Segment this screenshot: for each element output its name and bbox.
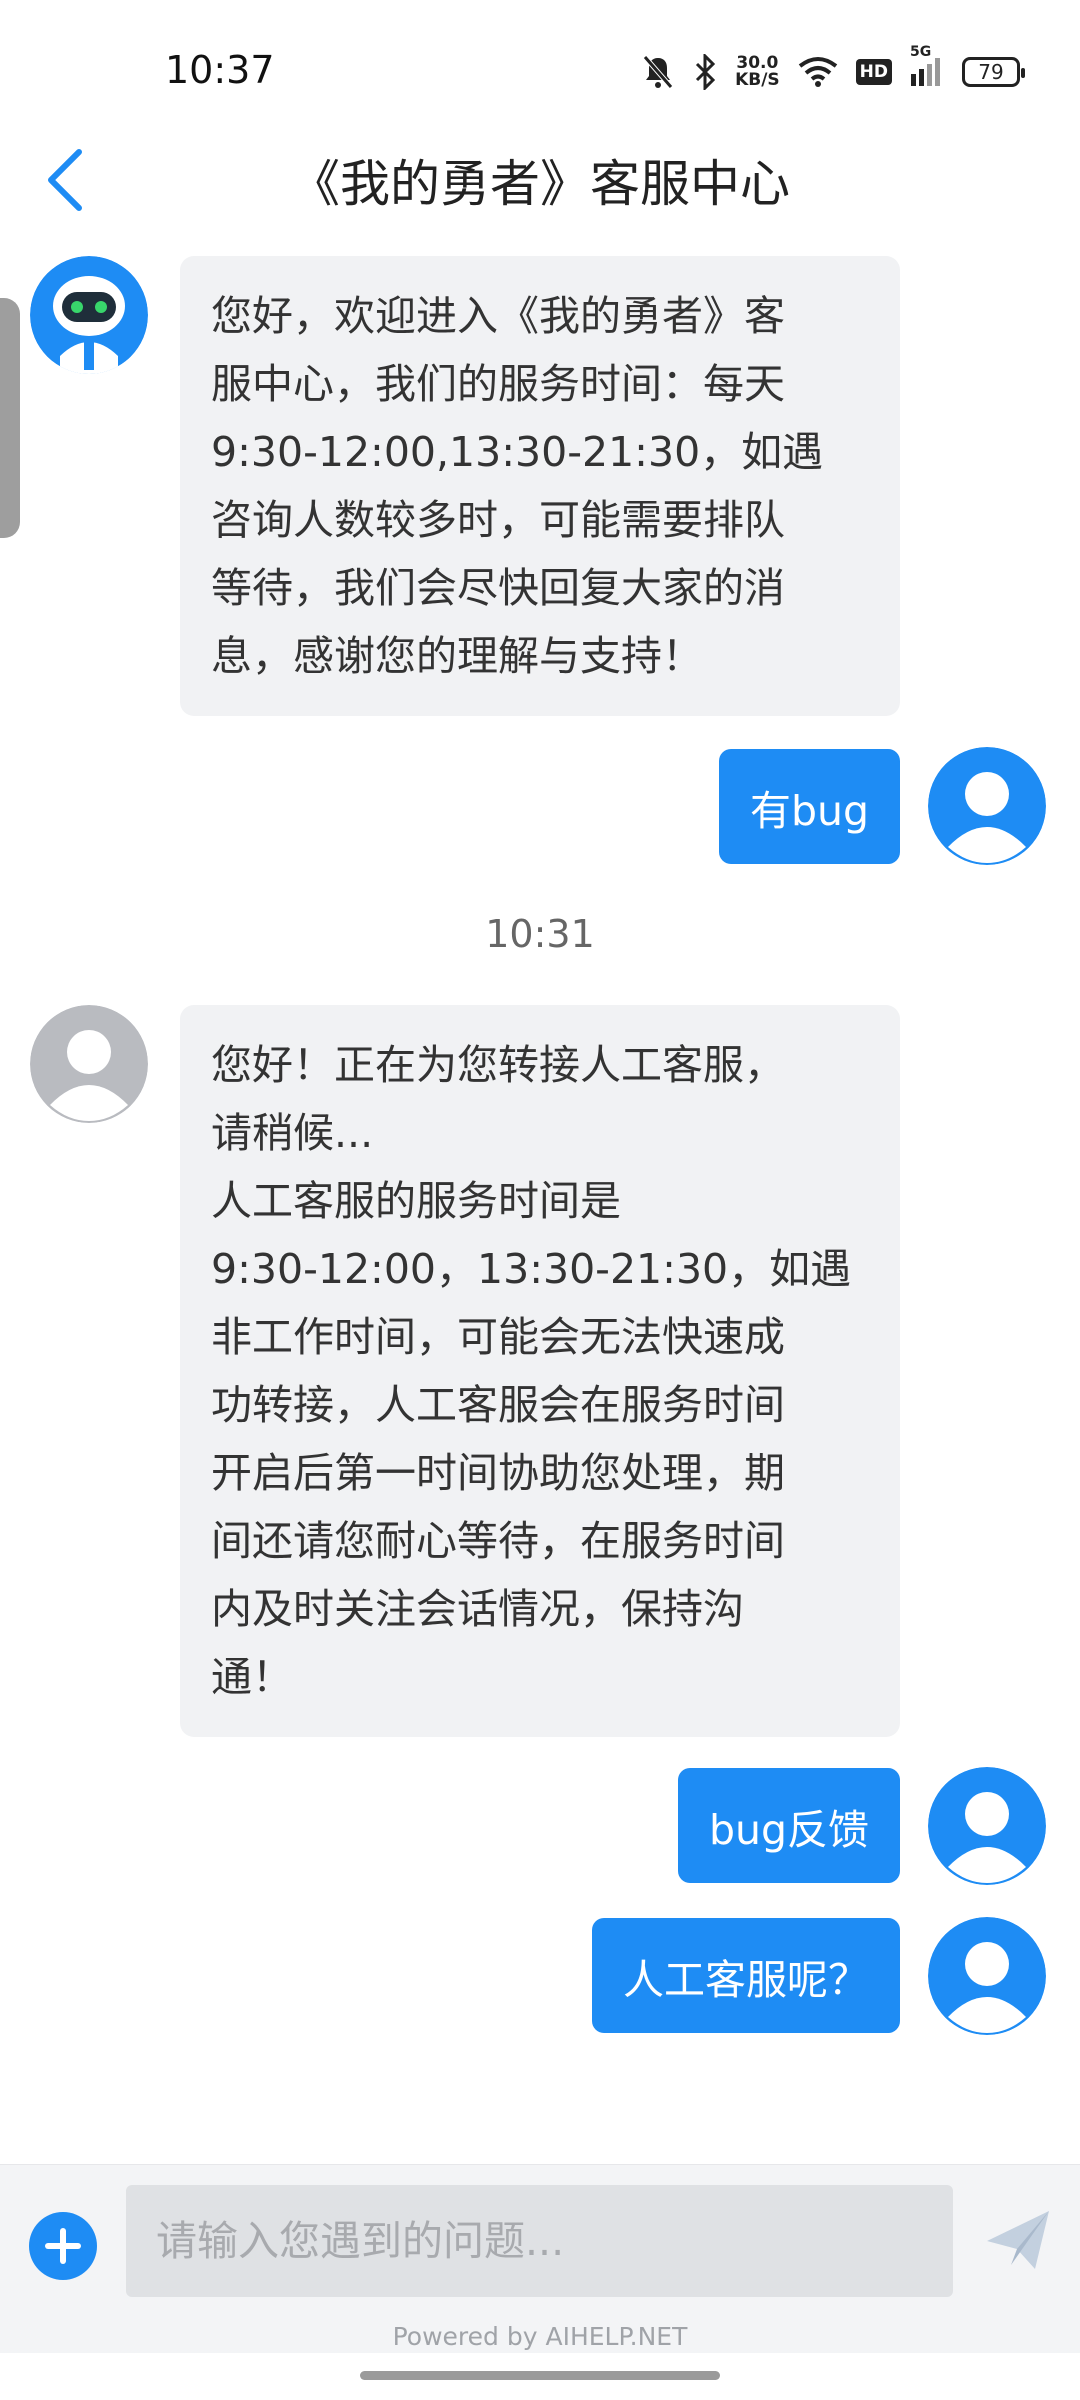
net-speed: 30.0 KB/S <box>735 55 780 89</box>
send-icon <box>987 2211 1049 2269</box>
wifi-icon <box>798 56 838 88</box>
add-attachment-button[interactable] <box>29 2212 97 2280</box>
outgoing-message: 有bug <box>718 749 900 864</box>
status-icons: 30.0 KB/S HD 5G 79 <box>641 44 1025 94</box>
signal-label: 5G <box>910 44 932 60</box>
page-title: 《我的勇者》客服中心 <box>290 155 790 213</box>
status-time: 10:37 <box>165 48 275 92</box>
edge-drawer-handle[interactable] <box>0 298 20 538</box>
status-bar: 10:37 30.0 KB/S HD 5G 79 <box>0 0 1080 130</box>
hd-label: HD <box>859 62 888 82</box>
outgoing-message: bug反馈 <box>677 1768 900 1883</box>
plus-icon <box>45 2228 81 2264</box>
hd-badge: HD <box>855 59 892 85</box>
robot-avatar <box>30 256 148 374</box>
time-divider: 10:31 <box>485 912 595 956</box>
battery-indicator: 79 <box>962 57 1025 87</box>
net-speed-unit: KB/S <box>735 70 780 90</box>
send-button[interactable] <box>983 2205 1053 2275</box>
signal-icon: 5G <box>910 44 944 88</box>
user-avatar <box>928 1917 1046 2035</box>
outgoing-message: 人工客服呢？ <box>592 1918 900 2033</box>
incoming-message: 您好，欢迎进入《我的勇者》客 服中心，我们的服务时间：每天 9:30-12:00… <box>180 256 900 716</box>
battery-level: 79 <box>978 60 1004 84</box>
app-header: 《我的勇者》客服中心 <box>0 130 1080 230</box>
incoming-message: 您好！正在为您转接人工客服， 请稍候... 人工客服的服务时间是 9:30-12… <box>180 1005 900 1737</box>
powered-by-label: Powered by AIHELP.NET <box>392 2322 688 2351</box>
user-avatar <box>928 1767 1046 1885</box>
mute-bell-icon <box>641 54 675 90</box>
home-indicator[interactable] <box>360 2371 720 2380</box>
message-input[interactable] <box>126 2185 953 2297</box>
agent-avatar <box>30 1005 148 1123</box>
bluetooth-icon <box>693 54 717 90</box>
user-avatar <box>928 747 1046 865</box>
